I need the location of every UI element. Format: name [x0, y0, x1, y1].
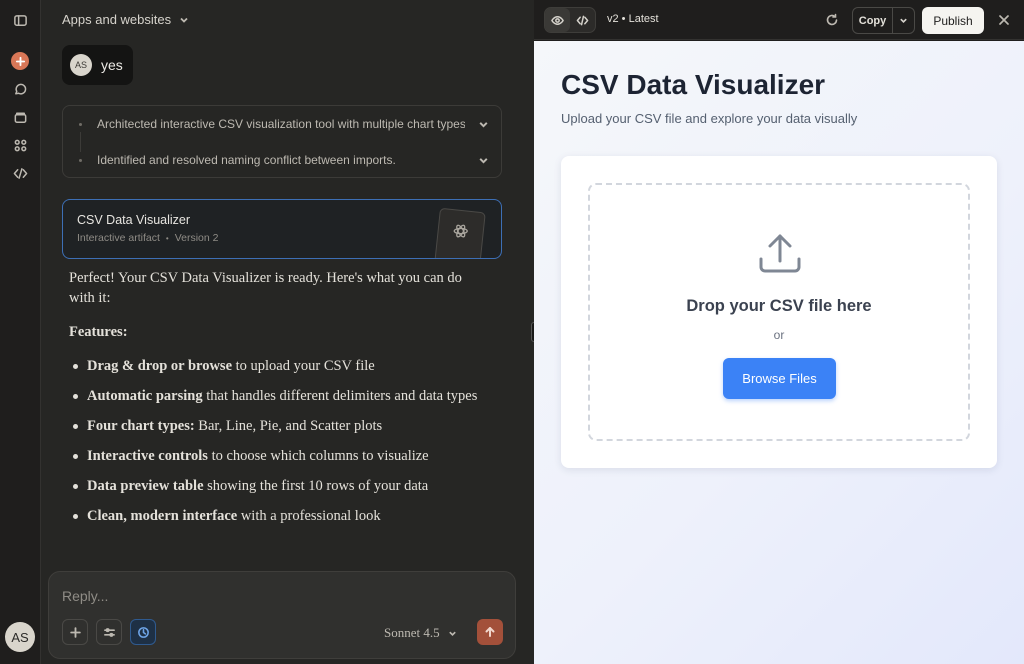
eye-icon [551, 15, 564, 25]
version-label[interactable]: v2 • Latest [607, 13, 659, 25]
code-toggle[interactable] [570, 8, 595, 32]
feature-name: Four chart types: [87, 418, 195, 434]
feature-name: Clean, modern interface [87, 508, 238, 524]
thinking-step[interactable]: Identified and resolved naming conflict … [63, 142, 501, 178]
upload-icon [755, 229, 805, 279]
separator-dot: • [165, 233, 169, 243]
reply-input[interactable] [62, 588, 482, 604]
drop-instructions: Drop your CSV file here [686, 297, 872, 315]
csv-dropzone[interactable]: Drop your CSV file here or Browse Files [588, 183, 970, 441]
left-rail: AS [0, 0, 41, 664]
response-intro: Perfect! Your CSV Data Visualizer is rea… [69, 270, 462, 306]
list-item: Interactive controls to choose which col… [69, 446, 489, 466]
user-message-avatar: AS [70, 54, 92, 76]
model-selector[interactable]: Sonnet 4.5 [384, 625, 457, 641]
project-title-text: Apps and websites [62, 12, 172, 27]
refresh-icon [826, 13, 838, 26]
sidebar-toggle-icon[interactable] [8, 8, 32, 32]
model-name: Sonnet 4.5 [384, 625, 440, 640]
close-panel-button[interactable] [996, 12, 1012, 28]
feature-name: Data preview table [87, 478, 204, 494]
browse-files-button[interactable]: Browse Files [723, 358, 836, 399]
artifact-type: Interactive artifact [77, 232, 160, 244]
list-item: Clean, modern interface with a professio… [69, 506, 489, 526]
feature-description: with a professional look [237, 508, 381, 524]
artifact-meta: Interactive artifact • Version 2 [77, 232, 218, 244]
artifact-panel: v2 • Latest Copy Publish CSV Data Visual… [534, 0, 1024, 664]
artifacts-icon[interactable] [8, 133, 32, 157]
thinking-step[interactable]: Architected interactive CSV visualizatio… [63, 106, 501, 142]
artifact-thumbnail [434, 207, 486, 258]
feature-description: showing the first 10 rows of your data [203, 478, 429, 494]
or-separator: or [773, 328, 785, 342]
add-attachment-button[interactable] [62, 619, 88, 645]
feature-description: that handles different delimiters and da… [202, 388, 478, 404]
list-item: Automatic parsing that handles different… [69, 386, 489, 406]
reply-composer: Sonnet 4.5 [48, 571, 516, 659]
thinking-step-text: Identified and resolved naming conflict … [97, 153, 396, 167]
extended-thinking-button[interactable] [130, 619, 156, 645]
projects-icon[interactable] [8, 105, 32, 129]
code-icon [576, 15, 589, 25]
tools-button[interactable] [96, 619, 122, 645]
list-item: Drag & drop or browse to upload your CSV… [69, 356, 489, 376]
sliders-icon [103, 627, 115, 637]
new-chat-plus-icon[interactable] [11, 52, 29, 70]
artifact-toolbar: v2 • Latest Copy Publish [534, 0, 1024, 40]
step-dot-icon [79, 122, 82, 126]
chevron-down-icon [448, 631, 456, 636]
send-button[interactable] [477, 619, 503, 645]
feature-description: to choose which columns to visualize [207, 448, 429, 464]
user-message: AS yes [62, 45, 133, 85]
features-heading: Features: [69, 324, 128, 340]
chevron-down-icon [479, 157, 488, 164]
feature-name: Automatic parsing [87, 388, 203, 404]
feature-description: Bar, Line, Pie, and Scatter plots [194, 418, 383, 434]
view-toggle [544, 7, 596, 33]
refresh-button[interactable] [823, 11, 841, 29]
artifact-preview: CSV Data Visualizer Upload your CSV file… [534, 41, 1024, 664]
features-list: Drag & drop or browse to upload your CSV… [69, 356, 489, 526]
publish-button[interactable]: Publish [922, 7, 984, 34]
feature-description: to upload your CSV file [232, 358, 375, 374]
page-title: CSV Data Visualizer [561, 69, 826, 100]
copy-button[interactable]: Copy [853, 8, 893, 33]
page-subtitle: Upload your CSV file and explore your da… [561, 111, 858, 126]
chevron-down-icon [900, 18, 907, 23]
thinking-steps: Architected interactive CSV visualizatio… [62, 105, 502, 178]
preview-toggle[interactable] [545, 8, 570, 32]
thinking-step-text: Architected interactive CSV visualizatio… [97, 117, 465, 131]
artifact-version: Version 2 [174, 232, 219, 244]
chevron-down-icon [180, 17, 188, 23]
artifact-title: CSV Data Visualizer [77, 213, 191, 227]
user-avatar[interactable]: AS [5, 622, 35, 652]
close-icon [999, 15, 1009, 25]
project-title[interactable]: Apps and websites [62, 12, 189, 27]
atom-icon [453, 224, 468, 238]
feature-name: Interactive controls [87, 448, 208, 464]
feature-name: Drag & drop or browse [87, 358, 232, 374]
arrow-up-icon [485, 627, 495, 637]
copy-button-group: Copy [852, 7, 915, 34]
step-dot-icon [79, 158, 82, 162]
chevron-down-icon [479, 121, 488, 128]
user-message-text: yes [101, 57, 123, 73]
assistant-response: Perfect! Your CSV Data Visualizer is rea… [69, 268, 489, 536]
clock-icon [137, 626, 149, 638]
list-item: Four chart types: Bar, Line, Pie, and Sc… [69, 416, 489, 436]
list-item: Data preview table showing the first 10 … [69, 476, 489, 496]
chats-icon[interactable] [8, 77, 32, 101]
plus-icon [69, 626, 81, 638]
artifact-card[interactable]: CSV Data Visualizer Interactive artifact… [62, 199, 502, 259]
code-icon[interactable] [8, 161, 32, 185]
chat-column: Apps and websites AS yes Architected int… [41, 0, 568, 664]
upload-card: Drop your CSV file here or Browse Files [561, 156, 997, 468]
copy-options-button[interactable] [893, 8, 914, 33]
